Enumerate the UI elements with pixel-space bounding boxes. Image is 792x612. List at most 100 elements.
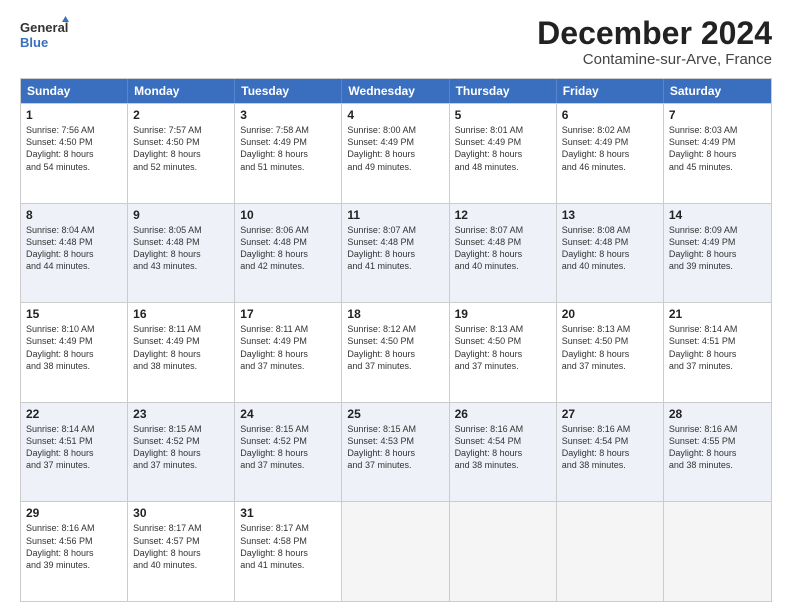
calendar-day-cell: 21 Sunrise: 8:14 AMSunset: 4:51 PMDayligh…	[664, 303, 771, 402]
day-number: 11	[347, 208, 443, 222]
logo: General Blue	[20, 16, 70, 56]
calendar-day-cell: 23 Sunrise: 8:15 AMSunset: 4:52 PMDayligh…	[128, 403, 235, 502]
day-details: Sunrise: 8:16 AMSunset: 4:54 PMDaylight:…	[562, 423, 658, 472]
day-details: Sunrise: 7:58 AMSunset: 4:49 PMDaylight:…	[240, 124, 336, 173]
calendar-day-cell: 16 Sunrise: 8:11 AMSunset: 4:49 PMDayligh…	[128, 303, 235, 402]
day-number: 18	[347, 307, 443, 321]
calendar-day-cell: 18 Sunrise: 8:12 AMSunset: 4:50 PMDayligh…	[342, 303, 449, 402]
calendar-day-cell: 26 Sunrise: 8:16 AMSunset: 4:54 PMDayligh…	[450, 403, 557, 502]
calendar-header: SundayMondayTuesdayWednesdayThursdayFrid…	[21, 79, 771, 103]
page: General Blue December 2024 Contamine-sur…	[0, 0, 792, 612]
day-number: 20	[562, 307, 658, 321]
calendar-week: 29 Sunrise: 8:16 AMSunset: 4:56 PMDayligh…	[21, 501, 771, 601]
calendar-day-cell: 9 Sunrise: 8:05 AMSunset: 4:48 PMDaylight…	[128, 204, 235, 303]
day-details: Sunrise: 8:14 AMSunset: 4:51 PMDaylight:…	[26, 423, 122, 472]
day-details: Sunrise: 8:15 AMSunset: 4:53 PMDaylight:…	[347, 423, 443, 472]
day-number: 13	[562, 208, 658, 222]
svg-text:General: General	[20, 20, 68, 35]
day-details: Sunrise: 8:11 AMSunset: 4:49 PMDaylight:…	[133, 323, 229, 372]
day-number: 2	[133, 108, 229, 122]
day-number: 7	[669, 108, 766, 122]
calendar-day-cell: 13Sunrise: 8:08 AMSunset: 4:48 PMDayligh…	[557, 204, 664, 303]
day-number: 10	[240, 208, 336, 222]
calendar-day-cell: 20 Sunrise: 8:13 AMSunset: 4:50 PMDayligh…	[557, 303, 664, 402]
day-details: Sunrise: 8:15 AMSunset: 4:52 PMDaylight:…	[240, 423, 336, 472]
calendar-empty-cell	[342, 502, 449, 601]
calendar-week: 15 Sunrise: 8:10 AMSunset: 4:49 PMDayligh…	[21, 302, 771, 402]
day-number: 21	[669, 307, 766, 321]
calendar-empty-cell	[450, 502, 557, 601]
day-number: 17	[240, 307, 336, 321]
header: General Blue December 2024 Contamine-sur…	[20, 16, 772, 68]
calendar-day-cell: 4Sunrise: 8:00 AMSunset: 4:49 PMDaylight…	[342, 104, 449, 203]
calendar-day-cell: 31Sunrise: 8:17 AMSunset: 4:58 PMDayligh…	[235, 502, 342, 601]
day-details: Sunrise: 8:05 AMSunset: 4:48 PMDaylight:…	[133, 224, 229, 273]
calendar-day-cell: 25 Sunrise: 8:15 AMSunset: 4:53 PMDayligh…	[342, 403, 449, 502]
calendar-day-cell: 19Sunrise: 8:13 AMSunset: 4:50 PMDayligh…	[450, 303, 557, 402]
cal-day-header: Thursday	[450, 79, 557, 103]
title-block: December 2024 Contamine-sur-Arve, France	[537, 16, 772, 68]
day-number: 16	[133, 307, 229, 321]
day-number: 4	[347, 108, 443, 122]
day-details: Sunrise: 8:16 AMSunset: 4:56 PMDaylight:…	[26, 522, 122, 571]
day-number: 25	[347, 407, 443, 421]
day-number: 22	[26, 407, 122, 421]
logo-svg: General Blue	[20, 16, 70, 56]
calendar-day-cell: 11Sunrise: 8:07 AMSunset: 4:48 PMDayligh…	[342, 204, 449, 303]
calendar-day-cell: 29 Sunrise: 8:16 AMSunset: 4:56 PMDayligh…	[21, 502, 128, 601]
calendar-day-cell: 24 Sunrise: 8:15 AMSunset: 4:52 PMDayligh…	[235, 403, 342, 502]
cal-day-header: Monday	[128, 79, 235, 103]
day-number: 24	[240, 407, 336, 421]
calendar-body: 1Sunrise: 7:56 AMSunset: 4:50 PMDaylight…	[21, 103, 771, 601]
calendar-day-cell: 15 Sunrise: 8:10 AMSunset: 4:49 PMDayligh…	[21, 303, 128, 402]
day-number: 23	[133, 407, 229, 421]
day-details: Sunrise: 8:02 AMSunset: 4:49 PMDaylight:…	[562, 124, 658, 173]
calendar-week: 8 Sunrise: 8:04 AMSunset: 4:48 PMDaylight…	[21, 203, 771, 303]
cal-day-header: Wednesday	[342, 79, 449, 103]
day-number: 12	[455, 208, 551, 222]
calendar-day-cell: 6 Sunrise: 8:02 AMSunset: 4:49 PMDaylight…	[557, 104, 664, 203]
day-number: 19	[455, 307, 551, 321]
cal-day-header: Friday	[557, 79, 664, 103]
day-number: 28	[669, 407, 766, 421]
day-details: Sunrise: 8:13 AMSunset: 4:50 PMDaylight:…	[562, 323, 658, 372]
day-details: Sunrise: 8:16 AMSunset: 4:54 PMDaylight:…	[455, 423, 551, 472]
day-details: Sunrise: 8:12 AMSunset: 4:50 PMDaylight:…	[347, 323, 443, 372]
calendar-day-cell: 14Sunrise: 8:09 AMSunset: 4:49 PMDayligh…	[664, 204, 771, 303]
calendar-day-cell: 27Sunrise: 8:16 AMSunset: 4:54 PMDayligh…	[557, 403, 664, 502]
day-number: 30	[133, 506, 229, 520]
cal-day-header: Tuesday	[235, 79, 342, 103]
day-number: 14	[669, 208, 766, 222]
calendar: SundayMondayTuesdayWednesdayThursdayFrid…	[20, 78, 772, 602]
day-number: 15	[26, 307, 122, 321]
day-number: 6	[562, 108, 658, 122]
subtitle: Contamine-sur-Arve, France	[537, 51, 772, 68]
cal-day-header: Saturday	[664, 79, 771, 103]
svg-text:Blue: Blue	[20, 35, 48, 50]
main-title: December 2024	[537, 16, 772, 51]
day-number: 1	[26, 108, 122, 122]
day-details: Sunrise: 7:57 AMSunset: 4:50 PMDaylight:…	[133, 124, 229, 173]
day-number: 8	[26, 208, 122, 222]
calendar-day-cell: 10Sunrise: 8:06 AMSunset: 4:48 PMDayligh…	[235, 204, 342, 303]
day-number: 3	[240, 108, 336, 122]
calendar-day-cell: 8 Sunrise: 8:04 AMSunset: 4:48 PMDaylight…	[21, 204, 128, 303]
day-details: Sunrise: 8:10 AMSunset: 4:49 PMDaylight:…	[26, 323, 122, 372]
day-number: 9	[133, 208, 229, 222]
calendar-empty-cell	[664, 502, 771, 601]
day-number: 29	[26, 506, 122, 520]
day-number: 5	[455, 108, 551, 122]
day-details: Sunrise: 8:11 AMSunset: 4:49 PMDaylight:…	[240, 323, 336, 372]
day-details: Sunrise: 8:16 AMSunset: 4:55 PMDaylight:…	[669, 423, 766, 472]
cal-day-header: Sunday	[21, 79, 128, 103]
day-details: Sunrise: 8:17 AMSunset: 4:57 PMDaylight:…	[133, 522, 229, 571]
day-details: Sunrise: 8:15 AMSunset: 4:52 PMDaylight:…	[133, 423, 229, 472]
day-details: Sunrise: 8:04 AMSunset: 4:48 PMDaylight:…	[26, 224, 122, 273]
day-details: Sunrise: 8:03 AMSunset: 4:49 PMDaylight:…	[669, 124, 766, 173]
calendar-day-cell: 2 Sunrise: 7:57 AMSunset: 4:50 PMDaylight…	[128, 104, 235, 203]
day-details: Sunrise: 8:14 AMSunset: 4:51 PMDaylight:…	[669, 323, 766, 372]
calendar-day-cell: 7 Sunrise: 8:03 AMSunset: 4:49 PMDaylight…	[664, 104, 771, 203]
calendar-day-cell: 28 Sunrise: 8:16 AMSunset: 4:55 PMDayligh…	[664, 403, 771, 502]
day-number: 26	[455, 407, 551, 421]
calendar-day-cell: 12Sunrise: 8:07 AMSunset: 4:48 PMDayligh…	[450, 204, 557, 303]
